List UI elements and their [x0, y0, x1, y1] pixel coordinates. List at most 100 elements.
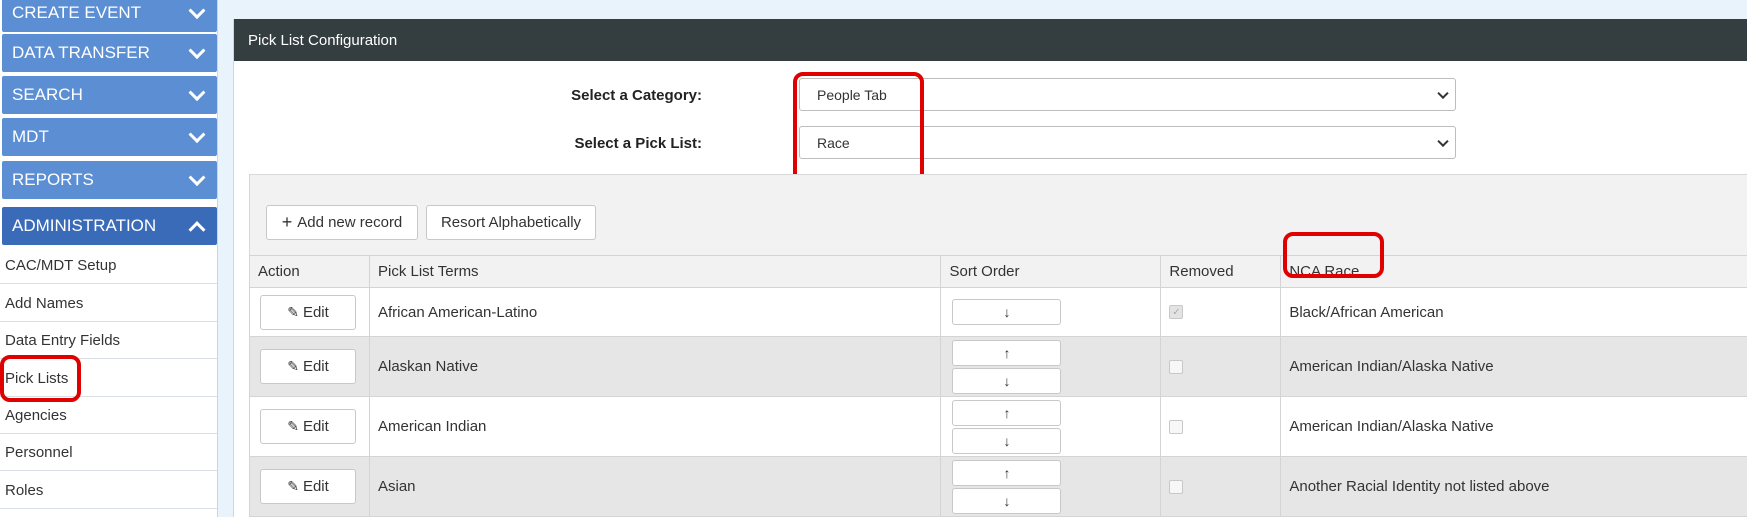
add-new-record-button[interactable]: + Add new record [266, 205, 418, 240]
move-down-button[interactable]: ↓ [952, 367, 1062, 394]
sidebar-item-cac-mdt-setup[interactable]: CAC/MDT Setup [0, 247, 217, 284]
edit-button[interactable]: ✎ Edit [260, 469, 356, 504]
arrow-up-icon: ↑ [1003, 404, 1011, 421]
nca-cell: Black/African American [1280, 287, 1747, 337]
sidebar-item-roles[interactable]: Roles [0, 472, 217, 509]
removed-cell: ✓ [1160, 287, 1282, 337]
move-up-button[interactable]: ↑ [952, 459, 1062, 486]
col-pick-list-terms: Pick List Terms [368, 255, 942, 288]
removed-cell [1160, 396, 1282, 457]
removed-checkbox[interactable]: ✓ [1169, 305, 1184, 319]
table-row: ✎ Edit American Indian ↑ ↓ American Indi… [249, 396, 1747, 457]
term-cell: Alaskan Native [368, 336, 942, 397]
table-header-row: Action Pick List Terms Sort Order Remove… [249, 255, 1747, 288]
col-removed: Removed [1160, 255, 1282, 288]
category-select[interactable]: People Tab [799, 78, 1456, 111]
nav-label: SEARCH [12, 85, 83, 104]
arrow-down-icon: ↓ [1003, 432, 1011, 449]
picklist-select[interactable]: Race [799, 126, 1456, 159]
nca-cell: American Indian/Alaska Native [1280, 336, 1747, 397]
col-action: Action [249, 255, 370, 288]
col-sort-order: Sort Order [940, 255, 1162, 288]
nav-label: CREATE EVENT [12, 3, 142, 22]
panel-header: Pick List Configuration [234, 19, 1747, 61]
sidebar-item-data-entry-fields[interactable]: Data Entry Fields [0, 322, 217, 359]
removed-checkbox[interactable] [1169, 359, 1184, 374]
edit-button[interactable]: ✎ Edit [260, 349, 356, 384]
sidebar-item-agencies[interactable]: Agencies [0, 397, 217, 434]
picklist-label: Select a Pick List: [574, 135, 702, 152]
picklist-value: Race [817, 134, 850, 151]
resort-alphabetically-button[interactable]: Resort Alphabetically [426, 205, 596, 240]
nav-reports[interactable]: REPORTS [2, 161, 217, 199]
nav-label: REPORTS [12, 170, 94, 189]
arrow-up-icon: ↑ [1003, 464, 1011, 481]
sort-cell: ↓ [940, 287, 1162, 337]
term-cell: American Indian [368, 396, 942, 457]
edit-label: Edit [302, 358, 329, 375]
pencil-icon: ✎ [287, 358, 299, 374]
edit-label: Edit [302, 303, 329, 321]
sort-cell: ↑ ↓ [940, 396, 1162, 457]
nav-label: ADMINISTRATION [12, 216, 157, 235]
action-cell: ✎ Edit [249, 287, 370, 337]
chevron-up-icon [188, 221, 206, 239]
sidebar-item-pick-lists[interactable]: Pick Lists [0, 360, 217, 397]
sort-cell: ↑ ↓ [940, 456, 1162, 517]
nca-cell: Another Racial Identity not listed above [1280, 456, 1747, 517]
move-up-button[interactable]: ↑ [952, 339, 1062, 366]
sidebar-item-personnel[interactable]: Personnel [0, 434, 217, 471]
pencil-icon: ✎ [287, 303, 299, 320]
edit-button[interactable]: ✎ Edit [260, 409, 356, 444]
nav-data-transfer[interactable]: DATA TRANSFER [2, 34, 217, 72]
pencil-icon: ✎ [287, 478, 299, 494]
pick-list-table: Action Pick List Terms Sort Order Remove… [249, 255, 1747, 517]
removed-cell [1160, 336, 1282, 397]
chevron-down-icon [188, 169, 206, 187]
panel-title: Pick List Configuration [248, 31, 398, 49]
plus-icon: + [281, 212, 293, 232]
removed-cell [1160, 456, 1282, 517]
nav-label: DATA TRANSFER [12, 43, 150, 62]
arrow-down-icon: ↓ [1003, 304, 1011, 320]
move-up-button[interactable]: ↑ [952, 399, 1062, 426]
nav-label: MDT [12, 127, 49, 146]
term-cell: African American-Latino [368, 287, 942, 337]
table-row: ✎ Edit African American-Latino ↓ ✓ Black… [249, 287, 1747, 337]
nca-cell: American Indian/Alaska Native [1280, 396, 1747, 457]
sidebar: CREATE EVENT DATA TRANSFER SEARCH MDT RE… [0, 0, 218, 517]
nav-create-event[interactable]: CREATE EVENT [2, 0, 217, 32]
move-down-button[interactable]: ↓ [952, 427, 1062, 454]
arrow-down-icon: ↓ [1003, 372, 1011, 389]
sidebar-item-add-names[interactable]: Add Names [0, 285, 217, 322]
arrow-up-icon: ↑ [1003, 344, 1011, 361]
pick-list-panel: Pick List Configuration Select a Categor… [233, 19, 1747, 517]
edit-button[interactable]: ✎ Edit [260, 294, 356, 330]
move-down-button[interactable]: ↓ [952, 487, 1062, 514]
edit-label: Edit [302, 418, 329, 435]
category-label: Select a Category: [571, 87, 702, 104]
chevron-down-icon [188, 126, 206, 144]
sort-cell: ↑ ↓ [940, 336, 1162, 397]
add-new-record-label: Add new record [297, 214, 403, 231]
removed-checkbox[interactable] [1169, 479, 1184, 494]
term-cell: Asian [368, 456, 942, 517]
removed-checkbox[interactable] [1169, 419, 1184, 434]
pencil-icon: ✎ [287, 418, 299, 434]
action-cell: ✎ Edit [249, 456, 370, 517]
nav-search[interactable]: SEARCH [2, 76, 217, 114]
table-row: ✎ Edit Asian ↑ ↓ Another Racial Identity… [249, 456, 1747, 517]
chevron-down-icon [188, 2, 206, 20]
resort-label: Resort Alphabetically [440, 214, 582, 231]
nav-mdt[interactable]: MDT [2, 118, 217, 156]
nav-administration[interactable]: ADMINISTRATION [2, 207, 217, 245]
col-nca-race: NCA Race [1280, 255, 1747, 288]
arrow-down-icon: ↓ [1003, 492, 1011, 509]
action-cell: ✎ Edit [249, 336, 370, 397]
table-row: ✎ Edit Alaskan Native ↑ ↓ American India… [249, 336, 1747, 397]
chevron-down-icon [188, 84, 206, 102]
chevron-down-icon [1437, 87, 1449, 99]
action-cell: ✎ Edit [249, 396, 370, 457]
move-down-button[interactable]: ↓ [952, 299, 1062, 325]
edit-label: Edit [302, 478, 329, 495]
